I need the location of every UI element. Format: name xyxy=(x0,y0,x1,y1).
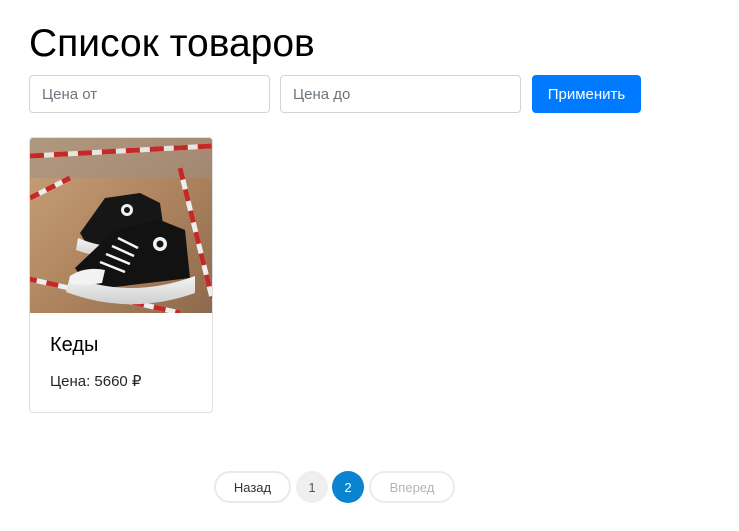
page-title: Список товаров xyxy=(29,22,315,65)
next-page-button: Вперед xyxy=(369,471,455,503)
product-price: Цена: 5660 ₽ xyxy=(50,373,142,390)
product-image[interactable] xyxy=(30,138,212,313)
page-1-button[interactable]: 1 xyxy=(296,471,328,503)
page-2-button[interactable]: 2 xyxy=(332,471,364,503)
product-name[interactable]: Кеды xyxy=(50,333,98,357)
prev-page-button[interactable]: Назад xyxy=(214,471,291,503)
price-to-input[interactable] xyxy=(280,75,521,113)
product-card[interactable]: Кеды Цена: 5660 ₽ xyxy=(29,137,213,413)
price-from-input[interactable] xyxy=(29,75,270,113)
apply-filter-button[interactable]: Применить xyxy=(532,75,641,113)
